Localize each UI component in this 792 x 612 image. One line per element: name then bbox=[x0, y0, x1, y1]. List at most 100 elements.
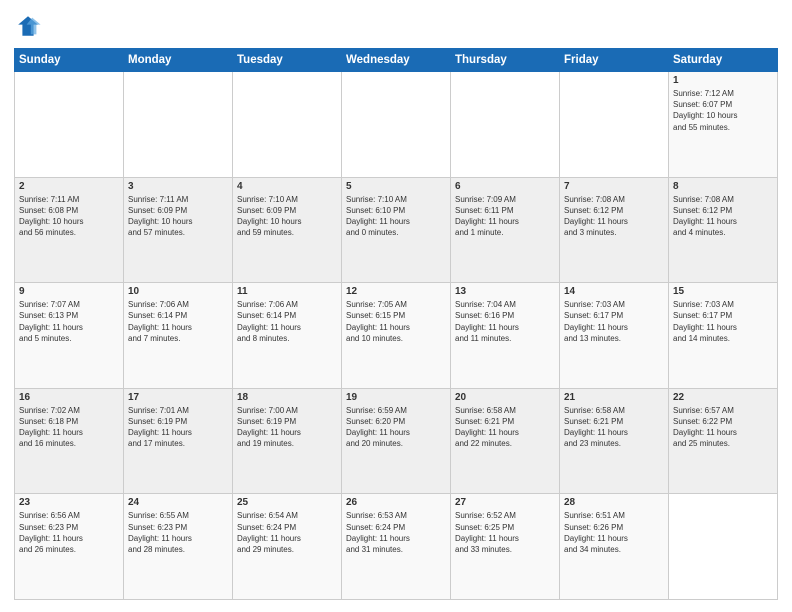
calendar-table: SundayMondayTuesdayWednesdayThursdayFrid… bbox=[14, 48, 778, 600]
calendar-cell: 24 Sunrise: 6:55 AM Sunset: 6:23 PM Dayli… bbox=[124, 494, 233, 600]
day-number: 7 bbox=[564, 181, 664, 192]
day-number: 5 bbox=[346, 181, 446, 192]
calendar-cell: 4 Sunrise: 7:10 AM Sunset: 6:09 PM Daylig… bbox=[233, 177, 342, 283]
day-number: 8 bbox=[673, 181, 773, 192]
day-info: Sunrise: 6:53 AM Sunset: 6:24 PM Dayligh… bbox=[346, 510, 446, 555]
calendar-cell: 6Sunrise: 7:09 AM Sunset: 6:11 PM Daylig… bbox=[451, 177, 560, 283]
weekday-header-row: SundayMondayTuesdayWednesdayThursdayFrid… bbox=[15, 49, 778, 72]
day-number: 22 bbox=[673, 392, 773, 403]
calendar-week-2: 9Sunrise: 7:07 AM Sunset: 6:13 PM Daylig… bbox=[15, 283, 778, 389]
day-number: 2 bbox=[19, 181, 119, 192]
calendar-cell: 8 Sunrise: 7:08 AM Sunset: 6:12 PM Daylig… bbox=[669, 177, 778, 283]
calendar-cell: 20 Sunrise: 6:58 AM Sunset: 6:21 PM Dayli… bbox=[451, 388, 560, 494]
day-info: Sunrise: 7:08 AM Sunset: 6:12 PM Dayligh… bbox=[564, 194, 664, 239]
day-number: 24 bbox=[128, 497, 228, 508]
page: SundayMondayTuesdayWednesdayThursdayFrid… bbox=[0, 0, 792, 612]
calendar-cell: 12 Sunrise: 7:05 AM Sunset: 6:15 PM Dayli… bbox=[342, 283, 451, 389]
day-info: Sunrise: 6:55 AM Sunset: 6:23 PM Dayligh… bbox=[128, 510, 228, 555]
day-info: Sunrise: 7:06 AM Sunset: 6:14 PM Dayligh… bbox=[128, 299, 228, 344]
calendar-cell bbox=[669, 494, 778, 600]
day-info: Sunrise: 7:02 AM Sunset: 6:18 PM Dayligh… bbox=[19, 405, 119, 450]
day-number: 18 bbox=[237, 392, 337, 403]
calendar-cell: 1 Sunrise: 7:12 AM Sunset: 6:07 PM Daylig… bbox=[669, 72, 778, 178]
calendar-cell: 22 Sunrise: 6:57 AM Sunset: 6:22 PM Dayli… bbox=[669, 388, 778, 494]
day-number: 20 bbox=[455, 392, 555, 403]
day-number: 14 bbox=[564, 286, 664, 297]
calendar-cell: 7 Sunrise: 7:08 AM Sunset: 6:12 PM Daylig… bbox=[560, 177, 669, 283]
calendar-cell: 23 Sunrise: 6:56 AM Sunset: 6:23 PM Dayli… bbox=[15, 494, 124, 600]
calendar-cell: 17Sunrise: 7:01 AM Sunset: 6:19 PM Dayli… bbox=[124, 388, 233, 494]
day-info: Sunrise: 7:05 AM Sunset: 6:15 PM Dayligh… bbox=[346, 299, 446, 344]
header bbox=[14, 12, 778, 40]
calendar-cell bbox=[451, 72, 560, 178]
day-number: 28 bbox=[564, 497, 664, 508]
day-number: 16 bbox=[19, 392, 119, 403]
calendar-body: 1 Sunrise: 7:12 AM Sunset: 6:07 PM Daylig… bbox=[15, 72, 778, 600]
day-info: Sunrise: 7:04 AM Sunset: 6:16 PM Dayligh… bbox=[455, 299, 555, 344]
day-info: Sunrise: 6:52 AM Sunset: 6:25 PM Dayligh… bbox=[455, 510, 555, 555]
calendar-cell: 13 Sunrise: 7:04 AM Sunset: 6:16 PM Dayli… bbox=[451, 283, 560, 389]
day-info: Sunrise: 7:10 AM Sunset: 6:10 PM Dayligh… bbox=[346, 194, 446, 239]
day-number: 1 bbox=[673, 75, 773, 86]
calendar-cell: 21 Sunrise: 6:58 AM Sunset: 6:21 PM Dayli… bbox=[560, 388, 669, 494]
calendar-cell: 14 Sunrise: 7:03 AM Sunset: 6:17 PM Dayli… bbox=[560, 283, 669, 389]
calendar-cell: 26 Sunrise: 6:53 AM Sunset: 6:24 PM Dayli… bbox=[342, 494, 451, 600]
calendar-cell: 19 Sunrise: 6:59 AM Sunset: 6:20 PM Dayli… bbox=[342, 388, 451, 494]
day-info: Sunrise: 7:11 AM Sunset: 6:08 PM Dayligh… bbox=[19, 194, 119, 239]
calendar-cell: 9Sunrise: 7:07 AM Sunset: 6:13 PM Daylig… bbox=[15, 283, 124, 389]
day-number: 4 bbox=[237, 181, 337, 192]
calendar-header: SundayMondayTuesdayWednesdayThursdayFrid… bbox=[15, 49, 778, 72]
calendar-cell: 28 Sunrise: 6:51 AM Sunset: 6:26 PM Dayli… bbox=[560, 494, 669, 600]
calendar-cell: 15Sunrise: 7:03 AM Sunset: 6:17 PM Dayli… bbox=[669, 283, 778, 389]
day-info: Sunrise: 7:10 AM Sunset: 6:09 PM Dayligh… bbox=[237, 194, 337, 239]
calendar-cell: 27 Sunrise: 6:52 AM Sunset: 6:25 PM Dayli… bbox=[451, 494, 560, 600]
day-number: 23 bbox=[19, 497, 119, 508]
day-info: Sunrise: 7:07 AM Sunset: 6:13 PM Dayligh… bbox=[19, 299, 119, 344]
calendar-cell bbox=[233, 72, 342, 178]
calendar-week-0: 1 Sunrise: 7:12 AM Sunset: 6:07 PM Daylig… bbox=[15, 72, 778, 178]
calendar-cell: 2 Sunrise: 7:11 AM Sunset: 6:08 PM Daylig… bbox=[15, 177, 124, 283]
day-info: Sunrise: 6:58 AM Sunset: 6:21 PM Dayligh… bbox=[564, 405, 664, 450]
calendar-cell bbox=[124, 72, 233, 178]
day-info: Sunrise: 6:59 AM Sunset: 6:20 PM Dayligh… bbox=[346, 405, 446, 450]
day-info: Sunrise: 6:56 AM Sunset: 6:23 PM Dayligh… bbox=[19, 510, 119, 555]
calendar-week-3: 16 Sunrise: 7:02 AM Sunset: 6:18 PM Dayli… bbox=[15, 388, 778, 494]
calendar-cell: 5 Sunrise: 7:10 AM Sunset: 6:10 PM Daylig… bbox=[342, 177, 451, 283]
weekday-header-monday: Monday bbox=[124, 49, 233, 72]
day-number: 21 bbox=[564, 392, 664, 403]
day-number: 26 bbox=[346, 497, 446, 508]
day-number: 27 bbox=[455, 497, 555, 508]
day-info: Sunrise: 6:57 AM Sunset: 6:22 PM Dayligh… bbox=[673, 405, 773, 450]
logo bbox=[14, 12, 46, 40]
calendar-week-1: 2 Sunrise: 7:11 AM Sunset: 6:08 PM Daylig… bbox=[15, 177, 778, 283]
day-number: 10 bbox=[128, 286, 228, 297]
day-info: Sunrise: 7:12 AM Sunset: 6:07 PM Dayligh… bbox=[673, 88, 773, 133]
day-number: 11 bbox=[237, 286, 337, 297]
day-info: Sunrise: 7:00 AM Sunset: 6:19 PM Dayligh… bbox=[237, 405, 337, 450]
weekday-header-sunday: Sunday bbox=[15, 49, 124, 72]
day-info: Sunrise: 7:01 AM Sunset: 6:19 PM Dayligh… bbox=[128, 405, 228, 450]
calendar-cell bbox=[342, 72, 451, 178]
day-info: Sunrise: 7:03 AM Sunset: 6:17 PM Dayligh… bbox=[564, 299, 664, 344]
day-number: 6 bbox=[455, 181, 555, 192]
day-number: 3 bbox=[128, 181, 228, 192]
calendar-week-4: 23 Sunrise: 6:56 AM Sunset: 6:23 PM Dayli… bbox=[15, 494, 778, 600]
calendar-cell bbox=[560, 72, 669, 178]
day-number: 12 bbox=[346, 286, 446, 297]
day-number: 19 bbox=[346, 392, 446, 403]
weekday-header-tuesday: Tuesday bbox=[233, 49, 342, 72]
day-info: Sunrise: 7:11 AM Sunset: 6:09 PM Dayligh… bbox=[128, 194, 228, 239]
calendar-cell bbox=[15, 72, 124, 178]
day-info: Sunrise: 7:06 AM Sunset: 6:14 PM Dayligh… bbox=[237, 299, 337, 344]
day-info: Sunrise: 7:03 AM Sunset: 6:17 PM Dayligh… bbox=[673, 299, 773, 344]
day-info: Sunrise: 6:51 AM Sunset: 6:26 PM Dayligh… bbox=[564, 510, 664, 555]
weekday-header-saturday: Saturday bbox=[669, 49, 778, 72]
calendar-cell: 16 Sunrise: 7:02 AM Sunset: 6:18 PM Dayli… bbox=[15, 388, 124, 494]
day-number: 13 bbox=[455, 286, 555, 297]
day-info: Sunrise: 6:58 AM Sunset: 6:21 PM Dayligh… bbox=[455, 405, 555, 450]
day-number: 25 bbox=[237, 497, 337, 508]
calendar-cell: 11 Sunrise: 7:06 AM Sunset: 6:14 PM Dayli… bbox=[233, 283, 342, 389]
day-info: Sunrise: 7:08 AM Sunset: 6:12 PM Dayligh… bbox=[673, 194, 773, 239]
day-info: Sunrise: 6:54 AM Sunset: 6:24 PM Dayligh… bbox=[237, 510, 337, 555]
logo-icon bbox=[14, 12, 42, 40]
